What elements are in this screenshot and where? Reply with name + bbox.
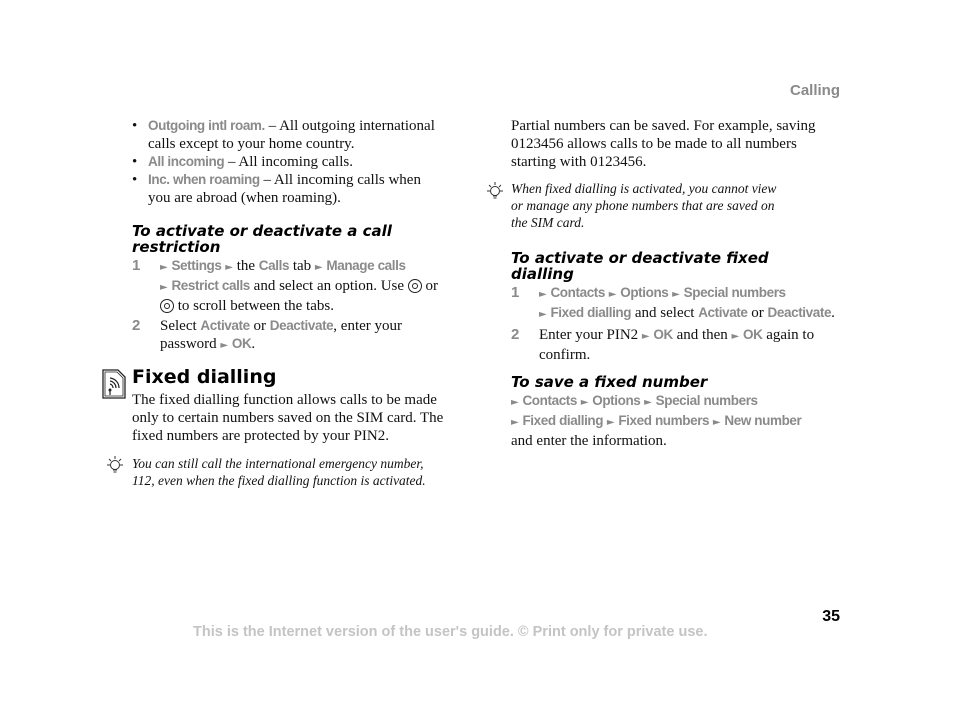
tip-text: When fixed dialling is activated, you ca… [511, 181, 777, 230]
page-number: 35 [822, 608, 840, 625]
arrow-icon: ► [314, 262, 323, 273]
fixed-dialling-activate-heading: To activate or deactivate fixed dialling [511, 249, 769, 283]
list-item: • All incoming – All incoming calls. [132, 154, 353, 170]
nav-key-left-icon [407, 279, 422, 293]
arrow-icon: ► [712, 417, 721, 428]
step-1: 1 ► Contacts ► Options ► Special numbers… [511, 284, 835, 321]
menu-term: All incoming [148, 154, 225, 169]
footer-notice: This is the Internet version of the user… [193, 624, 708, 640]
step-number: 1 [511, 284, 520, 301]
bullet-dot: • [132, 172, 138, 188]
arrow-icon: ► [644, 397, 652, 408]
list-item: • Inc. when roaming – All incoming calls… [132, 172, 421, 206]
list-item-text: All outgoing international [279, 118, 435, 134]
step-number: 1 [132, 257, 141, 274]
arrow-icon: ► [539, 309, 547, 320]
arrow-icon: ► [580, 397, 589, 408]
menu-term: Outgoing intl roam. [148, 118, 265, 133]
list-item: • Outgoing intl roam. – All outgoing int… [132, 118, 435, 152]
arrow-icon: ► [511, 417, 519, 428]
list-item-text: you are abroad (when roaming). [148, 190, 341, 206]
step-1: 1 ► Settings ► the Calls tab ► Manage ca… [132, 257, 439, 314]
step-number: 2 [511, 326, 520, 343]
arrow-icon: ► [160, 282, 168, 293]
arrow-icon: ► [220, 340, 229, 351]
arrow-icon: ► [160, 262, 168, 273]
list-item-text: All incoming calls when [273, 172, 421, 188]
restriction-steps: 1 ► Settings ► the Calls tab ► Manage ca… [132, 257, 472, 355]
step-number: 2 [132, 317, 141, 334]
tip-lightbulb-icon [104, 455, 126, 482]
fixed-dialling-steps: 1 ► Contacts ► Options ► Special numbers… [511, 284, 856, 364]
fixed-dialling-body: The fixed dialling function allows calls… [132, 392, 444, 444]
restriction-options-list: • Outgoing intl roam. – All outgoing int… [132, 117, 472, 207]
save-fixed-number-heading: To save a fixed number [511, 373, 708, 391]
restriction-heading: To activate or deactivate a call restric… [132, 222, 392, 256]
partial-numbers-text: Partial numbers can be saved. For exampl… [511, 118, 816, 170]
arrow-icon: ► [641, 331, 650, 342]
nav-key-right-icon [160, 299, 174, 313]
save-fixed-number-steps: ► Contacts ► Options ► Special numbers ►… [511, 393, 802, 449]
step-2: 2 Enter your PIN2 ► OK and then ► OK aga… [511, 326, 815, 363]
bullet-dot: • [132, 118, 138, 134]
list-item-text: calls except to your home country. [148, 136, 355, 152]
sim-card-icon [102, 369, 126, 399]
tip-text: You can still call the international eme… [132, 456, 426, 488]
menu-term: Inc. when roaming [148, 172, 260, 187]
arrow-icon: ► [731, 331, 740, 342]
tip-lightbulb-icon [484, 181, 506, 208]
arrow-icon: ► [672, 289, 680, 300]
step-2: 2 Select Activate or Deactivate, enter y… [132, 317, 403, 352]
section-header: Calling [789, 82, 840, 99]
bullet-dot: • [132, 154, 138, 170]
arrow-icon: ► [539, 289, 547, 300]
arrow-icon: ► [606, 417, 615, 428]
arrow-icon: ► [225, 262, 233, 273]
arrow-icon: ► [511, 397, 519, 408]
arrow-icon: ► [608, 289, 617, 300]
fixed-dialling-title: Fixed dialling [132, 366, 277, 388]
list-item-text: All incoming calls. [238, 154, 353, 170]
